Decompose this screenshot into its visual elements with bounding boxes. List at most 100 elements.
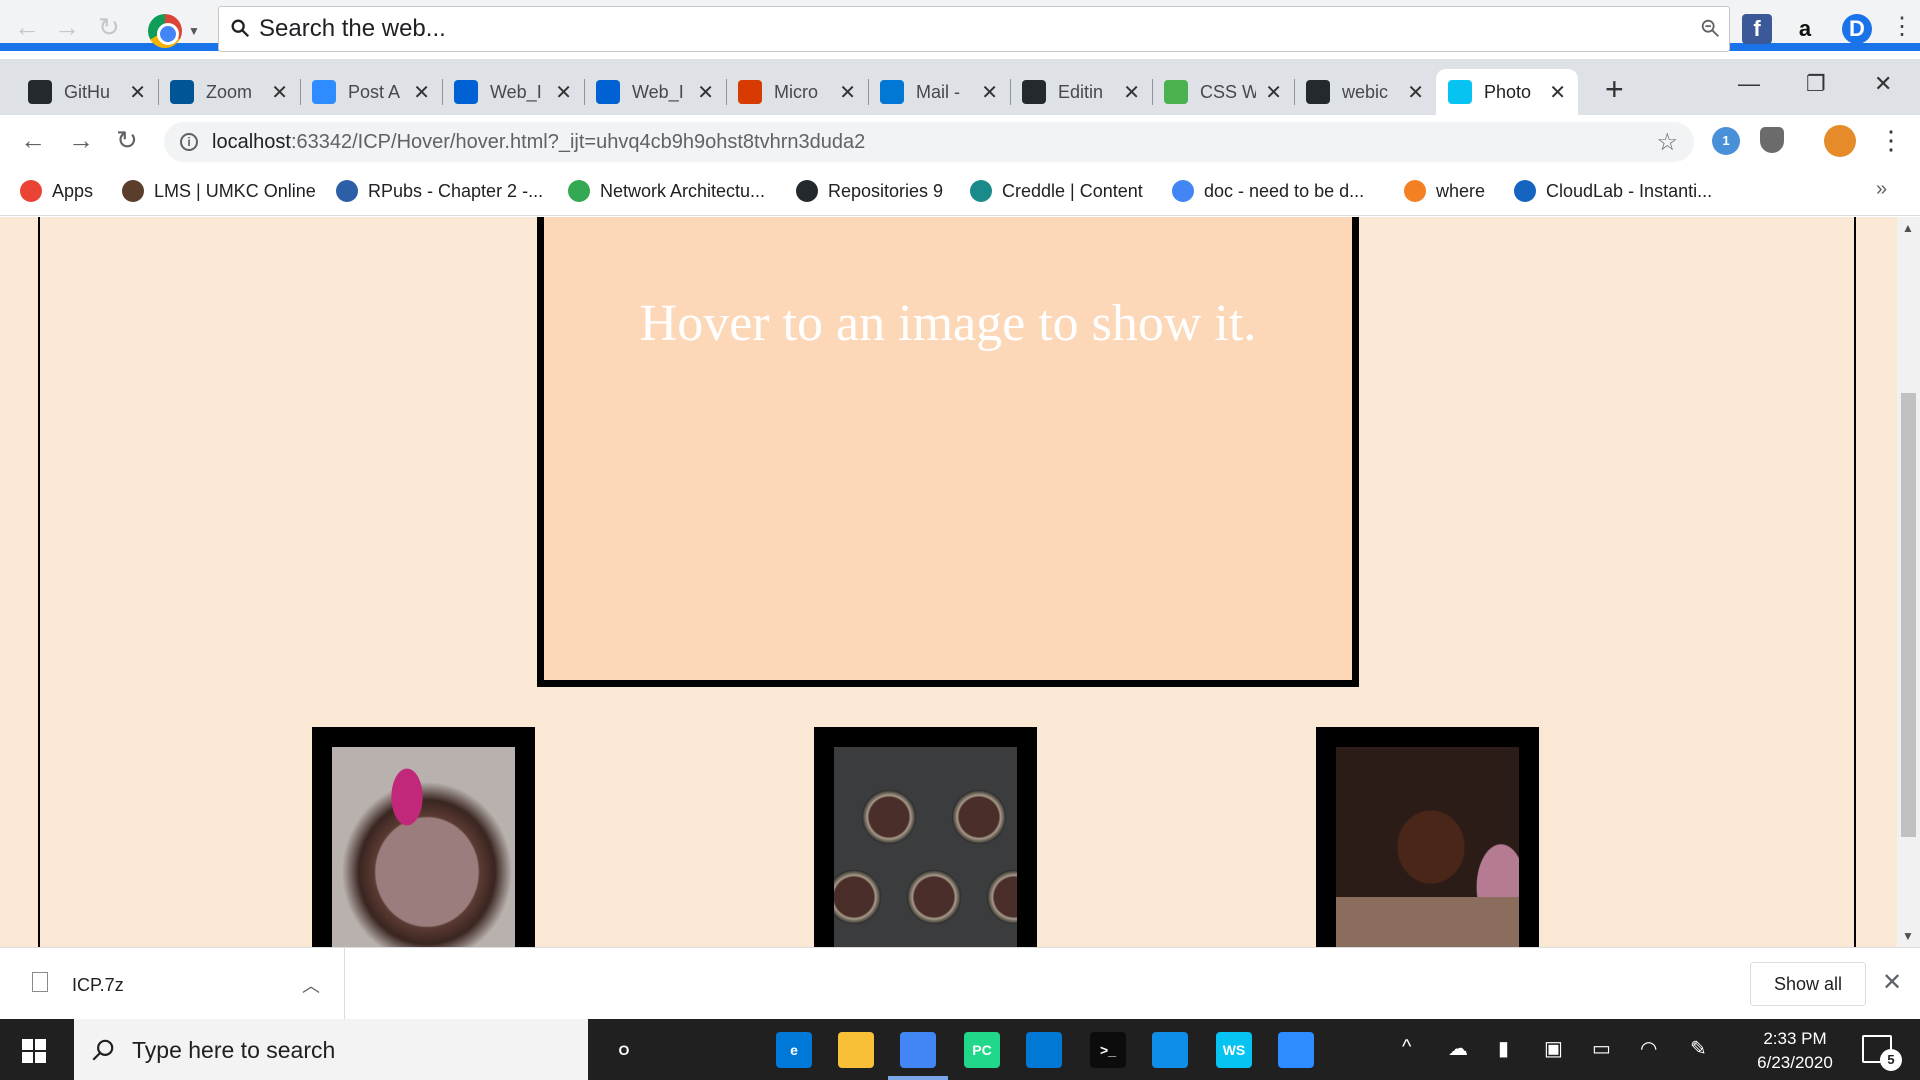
new-tab-button[interactable]: +	[1605, 71, 1624, 108]
thumbnail-batter-bowl[interactable]	[312, 727, 535, 947]
download-item[interactable]: ICP.7z ︿	[0, 948, 345, 1020]
bookmark-label: Repositories 9	[828, 180, 944, 201]
toolbar-back-icon[interactable]: ←	[14, 14, 40, 40]
edge-icon[interactable]: e	[776, 1032, 812, 1068]
battery-icon[interactable]: ▭	[1592, 1036, 1611, 1061]
taskbar-search-box[interactable]: Type here to search	[74, 1019, 588, 1080]
window-close-button[interactable]: ✕	[1874, 71, 1892, 97]
tab-close-icon[interactable]: ✕	[1265, 80, 1282, 105]
minimize-button[interactable]: —	[1738, 71, 1760, 97]
tab-10[interactable]: Photo ✕	[1436, 69, 1578, 115]
close-shelf-icon[interactable]: ✕	[1882, 968, 1902, 997]
tab-close-icon[interactable]: ✕	[1123, 80, 1140, 105]
tab-9[interactable]: webic ✕	[1294, 69, 1436, 115]
bookmark-6[interactable]: doc - need to be d...	[1172, 178, 1364, 204]
url-text[interactable]: localhost:63342/ICP/Hover/hover.html?_ij…	[212, 131, 865, 154]
bookmark-8[interactable]: CloudLab - Instanti...	[1514, 178, 1712, 204]
microphone-icon[interactable]: ▮	[1498, 1036, 1509, 1061]
bookmark-7[interactable]: where	[1404, 178, 1485, 204]
web-search-input[interactable]	[259, 13, 1639, 45]
cloudlab-icon	[1514, 180, 1536, 202]
task-view-icon[interactable]	[676, 1032, 712, 1068]
bookmark-1[interactable]: LMS | UMKC Online	[122, 178, 316, 204]
pen-icon[interactable]: ✎	[1690, 1036, 1707, 1061]
tab-close-icon[interactable]: ✕	[697, 80, 714, 105]
system-clock[interactable]: 2:33 PM 6/23/2020	[1740, 1027, 1850, 1075]
restore-button[interactable]: ❐	[1806, 71, 1826, 97]
tab-close-icon[interactable]: ✕	[413, 80, 430, 105]
browser-menu-icon[interactable]: ⋮	[1878, 127, 1904, 153]
tab-close-icon[interactable]: ✕	[1549, 80, 1566, 105]
bookmark-star-icon[interactable]: ☆	[1656, 128, 1678, 157]
toolbar-forward-icon[interactable]: →	[54, 14, 80, 40]
tab-close-icon[interactable]: ✕	[839, 80, 856, 105]
tab-4[interactable]: Web_I ✕	[584, 69, 726, 115]
file-explorer-icon[interactable]	[838, 1032, 874, 1068]
tab-separator	[1152, 79, 1153, 105]
tab-0[interactable]: GitHu ✕	[16, 69, 158, 115]
onedrive-icon[interactable]: ☁	[1448, 1036, 1468, 1061]
device-icon[interactable]: ▣	[1544, 1036, 1563, 1061]
vscode-icon[interactable]	[1026, 1032, 1062, 1068]
kebab-menu-icon[interactable]: ⋮	[1890, 12, 1914, 41]
tab-close-icon[interactable]: ✕	[981, 80, 998, 105]
bookmark-2[interactable]: RPubs - Chapter 2 -...	[336, 178, 543, 204]
taskbar-search-placeholder[interactable]: Type here to search	[132, 1037, 335, 1064]
cortana-icon[interactable]: O	[606, 1032, 642, 1068]
thumbnail-cupcake-tin[interactable]	[814, 727, 1037, 947]
back-icon[interactable]: ←	[20, 127, 46, 153]
reload-icon[interactable]: ↻	[116, 127, 138, 153]
tab-2[interactable]: Post A ✕	[300, 69, 442, 115]
zoom-icon[interactable]	[1278, 1032, 1314, 1068]
search-submit-icon[interactable]	[1699, 17, 1721, 39]
url-omnibox[interactable]: i localhost:63342/ICP/Hover/hover.html?_…	[164, 122, 1694, 162]
bookmark-3[interactable]: Network Architectu...	[568, 178, 765, 204]
facebook-icon[interactable]: f	[1742, 14, 1772, 44]
user-avatar-icon[interactable]	[1824, 125, 1856, 157]
profile-avatar-icon[interactable]: D	[1842, 14, 1872, 44]
chevron-up-icon[interactable]: ^	[1402, 1036, 1411, 1059]
chevron-down-icon[interactable]: ▼	[188, 24, 200, 38]
page-scrollbar[interactable]: ▲ ▼	[1897, 217, 1920, 947]
webstorm-icon[interactable]: WS	[1216, 1032, 1252, 1068]
tab-5[interactable]: Micro ✕	[726, 69, 868, 115]
bookmark-0[interactable]: Apps	[20, 178, 93, 204]
tab-3[interactable]: Web_I ✕	[442, 69, 584, 115]
terminal-icon[interactable]: >_	[1090, 1032, 1126, 1068]
translate-extension-icon[interactable]: 1	[1712, 127, 1740, 155]
scroll-thumb[interactable]	[1901, 393, 1916, 837]
github-icon	[796, 180, 818, 202]
bookmark-4[interactable]: Repositories 9	[796, 178, 943, 204]
tab-7[interactable]: Editin ✕	[1010, 69, 1152, 115]
forward-icon[interactable]: →	[68, 127, 94, 153]
download-file-name[interactable]: ICP.7z	[72, 975, 124, 996]
tab-close-icon[interactable]: ✕	[271, 80, 288, 105]
windows-start-icon[interactable]	[22, 1039, 46, 1063]
chrome-icon[interactable]	[900, 1032, 936, 1068]
page-viewport: Hover to an image to show it.	[0, 217, 1897, 947]
tab-8[interactable]: CSS W ✕	[1152, 69, 1294, 115]
toolbar-reload-icon[interactable]: ↻	[98, 14, 120, 40]
scroll-down-icon[interactable]: ▼	[1902, 929, 1914, 943]
wifi-icon[interactable]: ◠	[1640, 1036, 1657, 1061]
rpubs-icon	[336, 180, 358, 202]
tab-1[interactable]: Zoom ✕	[158, 69, 300, 115]
bookmark-5[interactable]: Creddle | Content	[970, 178, 1143, 204]
scroll-up-icon[interactable]: ▲	[1902, 221, 1914, 235]
shield-icon[interactable]	[1760, 127, 1784, 153]
site-info-icon[interactable]: i	[180, 133, 198, 151]
pycharm-icon[interactable]: PC	[964, 1032, 1000, 1068]
more-bookmarks-icon[interactable]: »	[1876, 178, 1887, 201]
show-all-button[interactable]: Show all	[1750, 962, 1866, 1006]
tab-close-icon[interactable]: ✕	[1407, 80, 1424, 105]
web-search-box[interactable]	[218, 6, 1730, 52]
chrome-logo-icon[interactable]	[148, 14, 182, 48]
chevron-up-icon[interactable]: ︿	[302, 972, 320, 998]
teamviewer-icon[interactable]	[1152, 1032, 1188, 1068]
amazon-icon[interactable]: a	[1790, 14, 1820, 44]
tab-separator	[584, 79, 585, 105]
tab-close-icon[interactable]: ✕	[555, 80, 572, 105]
tab-6[interactable]: Mail - ✕	[868, 69, 1010, 115]
tab-close-icon[interactable]: ✕	[129, 80, 146, 105]
thumbnail-frosted-cupcake[interactable]	[1316, 727, 1539, 947]
